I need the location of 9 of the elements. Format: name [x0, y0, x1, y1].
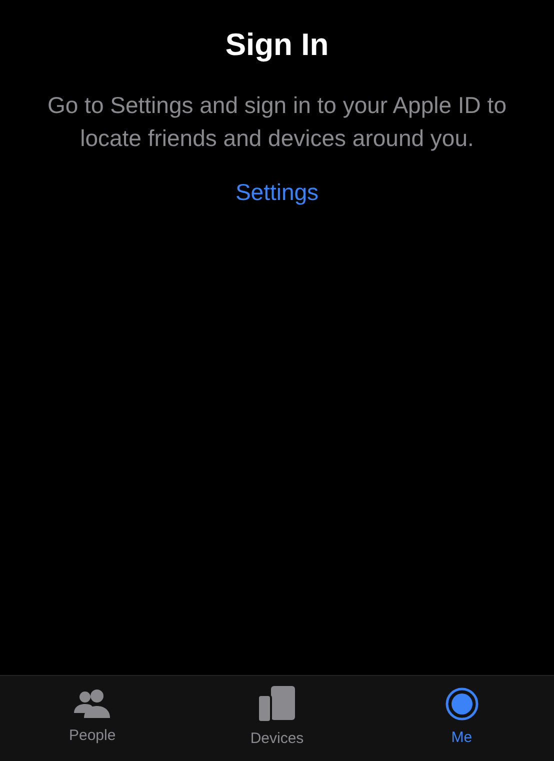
tab[interactable]: Devices [184, 676, 370, 761]
people-icon [73, 689, 112, 720]
tab[interactable]: People [0, 676, 185, 761]
tab[interactable]: Me [369, 676, 554, 761]
location-icon [444, 687, 479, 722]
sign-in-message: Go to Settings and sign in to your Apple ID to locate friends and devices around you. [46, 90, 508, 153]
page-title: Sign In [225, 26, 329, 64]
devices-icon [258, 686, 296, 722]
settings-link[interactable]: Settings [235, 174, 319, 209]
